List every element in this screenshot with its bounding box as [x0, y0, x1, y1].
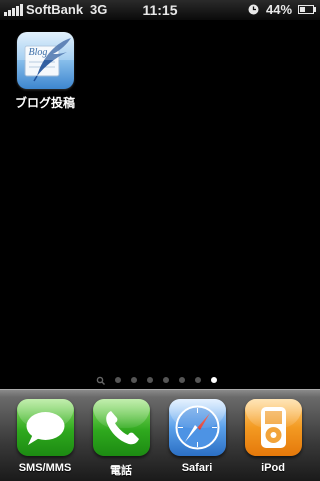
- dock-app-messages[interactable]: SMS/MMS: [7, 399, 83, 474]
- app-blog-post[interactable]: Blog ブログ投稿: [10, 32, 80, 111]
- battery-tip: [314, 7, 316, 12]
- page-indicator[interactable]: [96, 376, 226, 386]
- phone-handset-icon[interactable]: [92, 399, 150, 456]
- battery-icon: [298, 5, 314, 14]
- battery-level-fill: [300, 7, 305, 12]
- blog-quill-icon[interactable]: Blog: [16, 32, 74, 89]
- dock-app-ipod[interactable]: iPod: [235, 399, 311, 474]
- dock-label: SMS/MMS: [18, 462, 72, 474]
- page-dot[interactable]: [179, 377, 185, 383]
- page-dot[interactable]: [115, 377, 121, 383]
- battery-percent: 44%: [266, 2, 293, 17]
- compass-icon[interactable]: [168, 399, 226, 456]
- clock-icon: [248, 4, 259, 15]
- app-label: ブログ投稿: [14, 96, 75, 110]
- page-dot[interactable]: [163, 377, 169, 383]
- page-dot-active[interactable]: [211, 377, 217, 383]
- dock-label: Safari: [181, 462, 213, 474]
- blog-icon-text: Blog: [28, 47, 48, 58]
- search-icon[interactable]: [96, 376, 106, 386]
- dock-app-phone[interactable]: 電話: [83, 399, 159, 478]
- dock: SMS/MMS 電話 Safari iPod: [0, 389, 320, 481]
- page-dot[interactable]: [195, 377, 201, 383]
- dock-app-safari[interactable]: Safari: [159, 399, 235, 474]
- page-dot[interactable]: [131, 377, 137, 383]
- speech-bubble-icon[interactable]: [16, 399, 74, 456]
- ipod-icon[interactable]: [244, 399, 302, 456]
- page-dot[interactable]: [147, 377, 153, 383]
- dock-label: iPod: [261, 462, 285, 474]
- status-bar: SoftBank 3G 11:15 44%: [0, 0, 320, 20]
- dock-label: 電話: [110, 465, 132, 477]
